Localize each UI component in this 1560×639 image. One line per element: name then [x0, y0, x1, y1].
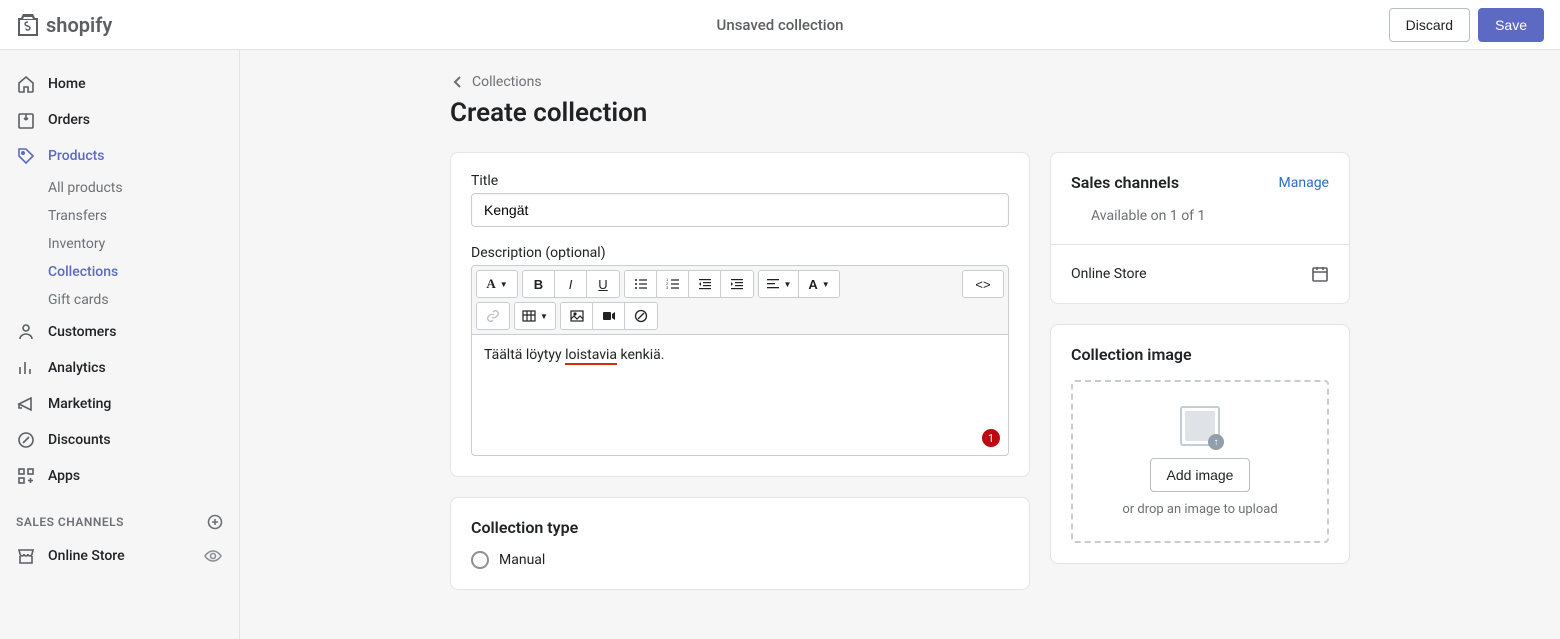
rte-underline-button[interactable]: U [587, 271, 619, 297]
sales-channels-card: Sales channels Manage Available on 1 of … [1050, 152, 1350, 304]
sales-channels-label: SALES CHANNELS [16, 515, 124, 529]
add-image-button[interactable]: Add image [1150, 458, 1251, 492]
nav-transfers[interactable]: Transfers [0, 202, 239, 230]
discard-button[interactable]: Discard [1389, 8, 1470, 42]
desc-text-suffix: kenkiä. [617, 347, 664, 363]
rich-text-editor: A▼ B I U [471, 265, 1009, 456]
rte-italic-button[interactable]: I [555, 271, 587, 297]
rte-align-button[interactable]: ▼ [759, 271, 799, 297]
rte-toolbar: A▼ B I U [472, 266, 1008, 335]
rte-bold-button[interactable]: B [523, 271, 555, 297]
shopify-logo[interactable]: shopify [16, 12, 112, 38]
sales-channels-title: Sales channels [1071, 173, 1179, 192]
save-button[interactable]: Save [1478, 8, 1544, 42]
nav-orders-label: Orders [48, 112, 90, 128]
collection-type-manual[interactable]: Manual [471, 551, 1009, 569]
products-icon [16, 146, 36, 166]
chevron-left-icon [450, 74, 466, 90]
home-icon [16, 74, 36, 94]
nav-products-label: Products [48, 148, 105, 164]
nav-inventory[interactable]: Inventory [0, 230, 239, 258]
main-content: Collections Create collection Title Desc… [240, 50, 1560, 634]
topbar-actions: Discard Save [1389, 8, 1544, 42]
rte-bullet-list-button[interactable] [625, 271, 657, 297]
rte-outdent-button[interactable] [689, 271, 721, 297]
brand-name: shopify [46, 13, 112, 37]
title-label: Title [471, 173, 1009, 189]
collection-image-title: Collection image [1071, 345, 1329, 364]
nav-collections[interactable]: Collections [0, 258, 239, 286]
desc-text-spellerror: loistavia [565, 347, 617, 365]
nav-apps[interactable]: Apps [0, 458, 239, 494]
breadcrumb[interactable]: Collections [450, 74, 1350, 90]
collection-type-card: Collection type Manual [450, 497, 1030, 590]
nav-marketing[interactable]: Marketing [0, 386, 239, 422]
nav-home-label: Home [48, 76, 86, 92]
nav-sales-channels-header: SALES CHANNELS [0, 494, 239, 538]
title-description-card: Title Description (optional) A▼ [450, 152, 1030, 477]
nav-marketing-label: Marketing [48, 396, 111, 412]
nav-orders[interactable]: Orders [0, 102, 239, 138]
nav-apps-label: Apps [48, 468, 80, 484]
description-label: Description (optional) [471, 245, 1009, 261]
nav-discounts-label: Discounts [48, 432, 111, 448]
view-icon[interactable] [203, 546, 223, 566]
availability-text: Available on 1 of 1 [1071, 208, 1329, 224]
breadcrumb-label: Collections [472, 74, 542, 90]
rte-indent-button[interactable] [721, 271, 753, 297]
nav-customers[interactable]: Customers [0, 314, 239, 350]
orders-icon [16, 110, 36, 130]
nav-products[interactable]: Products [0, 138, 239, 174]
dropzone-hint: or drop an image to upload [1089, 502, 1311, 517]
add-channel-icon[interactable] [207, 514, 223, 530]
title-input[interactable] [471, 193, 1009, 227]
channel-name: Online Store [1071, 266, 1147, 282]
upload-arrow-icon: ↑ [1208, 434, 1224, 450]
rte-color-button[interactable]: A▼ [799, 271, 839, 297]
svg-text:3: 3 [666, 285, 669, 290]
online-store-icon [16, 546, 36, 566]
shopify-bag-icon [16, 12, 40, 38]
rte-clear-button[interactable] [625, 303, 657, 329]
collection-image-card: Collection image ↑ Add image or drop an … [1050, 324, 1350, 564]
radio-manual[interactable] [471, 551, 489, 569]
sidebar: Home Orders Products All products Transf… [0, 50, 240, 639]
rte-video-button[interactable] [593, 303, 625, 329]
nav-discounts[interactable]: Discounts [0, 422, 239, 458]
manage-link[interactable]: Manage [1279, 175, 1329, 191]
nav-online-store-label: Online Store [48, 548, 125, 564]
nav-online-store[interactable]: Online Store [0, 538, 239, 574]
nav-all-products[interactable]: All products [0, 174, 239, 202]
nav-home[interactable]: Home [0, 66, 239, 102]
error-count-badge: 1 [982, 429, 1000, 447]
radio-manual-label: Manual [499, 552, 545, 568]
topbar: shopify Unsaved collection Discard Save [0, 0, 1560, 50]
rte-code-button[interactable]: <> [963, 271, 1003, 297]
rte-number-list-button[interactable]: 123 [657, 271, 689, 297]
channel-online-store: Online Store [1071, 265, 1329, 283]
rte-image-button[interactable] [561, 303, 593, 329]
nav-customers-label: Customers [48, 324, 116, 340]
analytics-icon [16, 358, 36, 378]
page-title: Create collection [450, 98, 1350, 128]
dropzone-placeholder-icon: ↑ [1180, 406, 1220, 446]
desc-text-prefix: Täältä löytyy [484, 347, 565, 363]
nav-analytics-label: Analytics [48, 360, 106, 376]
customers-icon [16, 322, 36, 342]
collection-type-title: Collection type [471, 518, 1009, 537]
image-dropzone[interactable]: ↑ Add image or drop an image to upload [1071, 380, 1329, 543]
rte-table-button[interactable]: ▼ [515, 303, 555, 329]
marketing-icon [16, 394, 36, 414]
rte-font-button[interactable]: A▼ [477, 271, 517, 297]
discounts-icon [16, 430, 36, 450]
apps-icon [16, 466, 36, 486]
topbar-title: Unsaved collection [717, 16, 844, 34]
rte-link-button[interactable] [477, 303, 509, 329]
nav-analytics[interactable]: Analytics [0, 350, 239, 386]
description-editor[interactable]: Täältä löytyy loistavia kenkiä. [472, 335, 1008, 455]
calendar-icon[interactable] [1311, 265, 1329, 283]
nav-gift-cards[interactable]: Gift cards [0, 286, 239, 314]
